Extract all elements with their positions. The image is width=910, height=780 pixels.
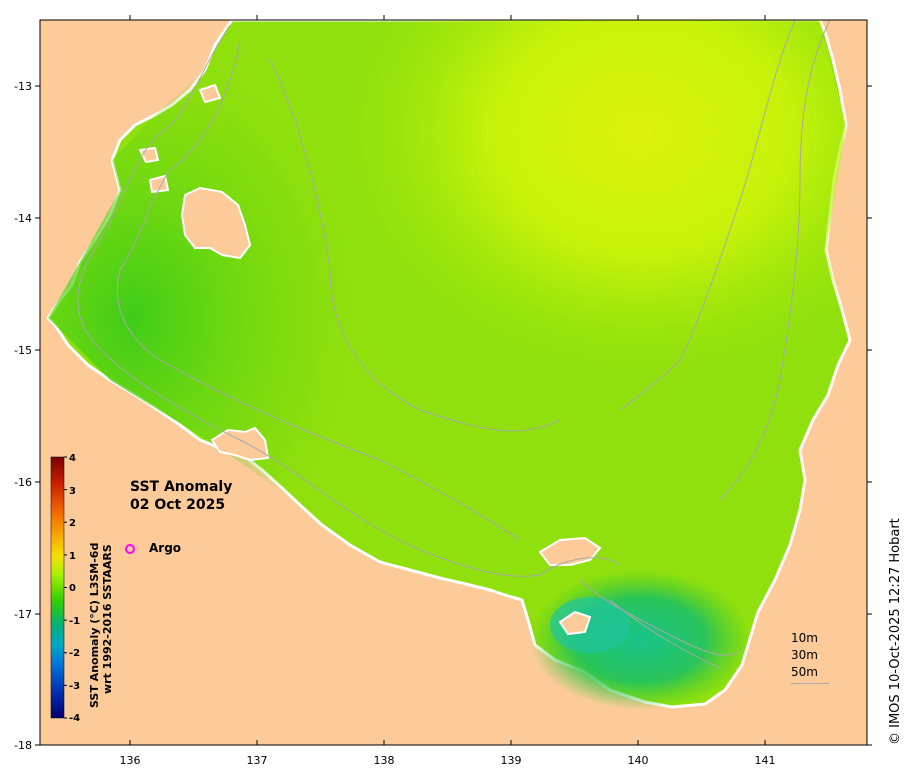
map-title: SST Anomaly 02 Oct 2025 bbox=[130, 478, 232, 514]
lon-tick-label: 136 bbox=[120, 754, 141, 767]
lat-tick-label: -15 bbox=[14, 344, 32, 357]
colorbar-tick-label: -1 bbox=[69, 616, 80, 627]
lat-tick-label: -18 bbox=[14, 739, 32, 752]
lon-tick-label: 137 bbox=[247, 754, 268, 767]
longitude-tick-labels: 136 137 138 139 140 141 bbox=[120, 754, 776, 767]
colorbar-tick-label: 2 bbox=[69, 518, 76, 529]
lat-tick-label: -17 bbox=[14, 608, 32, 621]
lat-tick-label: -16 bbox=[14, 476, 32, 489]
lon-tick-label: 139 bbox=[501, 754, 522, 767]
lat-tick-label: -14 bbox=[14, 212, 32, 225]
lon-tick-label: 141 bbox=[755, 754, 776, 767]
colorbar-ramp bbox=[50, 456, 65, 719]
argo-legend-label: Argo bbox=[149, 541, 182, 555]
colorbar-title: SST Anomaly (°C) L3SM-6d wrt 1992-2016 S… bbox=[88, 543, 114, 708]
depth-legend-10m: 10m bbox=[791, 631, 818, 645]
colorbar-tick-label: -4 bbox=[69, 713, 80, 724]
depth-legend-50m: 50m bbox=[791, 665, 818, 679]
lon-tick-label: 140 bbox=[628, 754, 649, 767]
imos-credit: © IMOS 10-Oct-2025 12:27 Hobart bbox=[888, 518, 903, 745]
colorbar-tick-label: 4 bbox=[69, 453, 76, 464]
lat-tick-label: -13 bbox=[14, 80, 32, 93]
latitude-tick-labels: -13 -14 -15 -16 -17 -18 bbox=[14, 80, 32, 752]
colorbar-tick-label: 1 bbox=[69, 551, 76, 562]
colorbar-tick-label: 3 bbox=[69, 486, 76, 497]
map-title-date: 02 Oct 2025 bbox=[130, 497, 226, 513]
argo-legend: Argo bbox=[125, 541, 181, 555]
colorbar-tick-label: -3 bbox=[69, 681, 80, 692]
map-title-line1: SST Anomaly bbox=[130, 479, 233, 495]
colorbar-tick-label: -2 bbox=[69, 648, 80, 659]
depth-legend-30m: 30m bbox=[791, 648, 818, 662]
depth-legend-line bbox=[791, 683, 829, 684]
colorbar-tick-label: 0 bbox=[69, 583, 76, 594]
depth-legend: 10m 30m 50m bbox=[791, 630, 829, 684]
sst-map: 136 137 138 139 140 141 -13 -14 -15 -16 … bbox=[14, 15, 872, 767]
colorbar-title-line2: wrt 1992-2016 SSTAARS bbox=[101, 544, 114, 694]
lon-tick-label: 138 bbox=[374, 754, 395, 767]
colorbar-title-line1: SST Anomaly (°C) L3SM-6d bbox=[88, 542, 101, 708]
argo-marker-icon bbox=[125, 543, 135, 554]
